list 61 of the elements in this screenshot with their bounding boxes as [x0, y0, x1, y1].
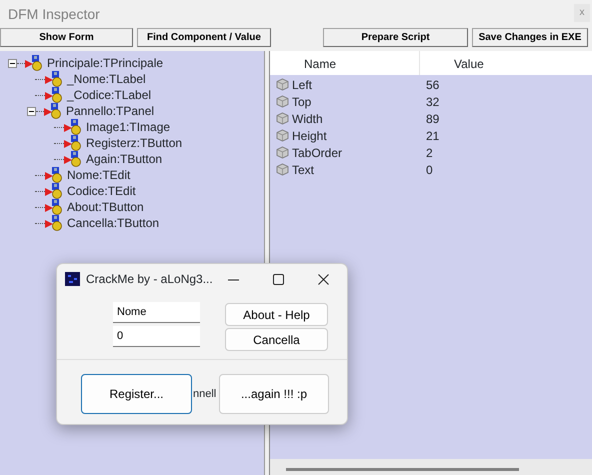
- property-value: 32: [426, 94, 440, 110]
- tree-item[interactable]: Pannello:TPanel: [66, 102, 154, 120]
- toolbar-button[interactable]: Find Component / Value: [137, 28, 271, 47]
- register-button[interactable]: Register...: [81, 374, 192, 414]
- window-title: DFM Inspector: [7, 5, 101, 24]
- component-icon: [25, 55, 43, 71]
- property-value: 0: [426, 162, 433, 178]
- component-icon: [44, 103, 62, 119]
- cube-icon: [276, 112, 289, 125]
- about-button[interactable]: About - Help: [225, 303, 328, 326]
- toolbar-button[interactable]: Save Changes in EXE: [472, 28, 588, 47]
- component-icon: [64, 135, 82, 151]
- property-name: TabOrder: [291, 144, 344, 162]
- cancel-button[interactable]: Cancella: [225, 328, 328, 351]
- tree-item[interactable]: Image1:TImage: [86, 118, 170, 136]
- component-icon: [64, 151, 82, 167]
- tree-item[interactable]: _Nome:TLabel: [67, 70, 146, 88]
- property-value: 56: [426, 76, 440, 94]
- tree-item[interactable]: _Codice:TLabel: [67, 86, 152, 104]
- cube-icon: [276, 129, 289, 142]
- property-value: 21: [426, 128, 440, 144]
- toolbar-button[interactable]: Prepare Script: [323, 28, 468, 47]
- property-value: 89: [426, 110, 440, 128]
- component-icon: [45, 215, 63, 231]
- component-icon: [45, 183, 63, 199]
- tree-item[interactable]: Codice:TEdit: [67, 182, 136, 200]
- component-icon: [45, 199, 63, 215]
- tree-item[interactable]: Cancella:TButton: [67, 214, 160, 232]
- property-name: Height: [291, 128, 328, 144]
- panel-caption: nnell: [193, 387, 216, 402]
- property-name: Top: [291, 94, 312, 110]
- component-icon: [45, 167, 63, 183]
- dialog-title: CrackMe by - aLoNg3...: [86, 271, 213, 288]
- component-icon: [64, 119, 82, 135]
- column-header[interactable]: Value: [420, 51, 592, 75]
- property-value: 2: [426, 144, 433, 162]
- component-icon: [45, 71, 63, 87]
- code-field[interactable]: 0: [113, 326, 200, 347]
- expander-icon[interactable]: [27, 106, 36, 116]
- maximize-icon[interactable]: [273, 274, 284, 284]
- close-icon[interactable]: [318, 274, 329, 284]
- tree-item[interactable]: Principale:TPrincipale: [47, 54, 164, 72]
- name-field[interactable]: Nome: [113, 302, 200, 323]
- property-name: Width: [291, 110, 324, 128]
- tree-item[interactable]: Again:TButton: [86, 150, 162, 168]
- again-button[interactable]: ...again !!! :p: [219, 374, 329, 414]
- toolbar-button[interactable]: Show Form: [0, 28, 133, 47]
- cube-icon: [276, 163, 289, 176]
- tree-item[interactable]: About:TButton: [67, 198, 144, 216]
- scrollbar[interactable]: [270, 459, 592, 475]
- cube-icon: [276, 78, 289, 91]
- component-icon: [45, 87, 63, 103]
- expander-icon[interactable]: [8, 58, 17, 68]
- app-icon: [65, 272, 80, 286]
- cube-icon: [276, 95, 289, 108]
- tree-item[interactable]: Registerz:TButton: [86, 134, 182, 152]
- column-header[interactable]: Name: [270, 51, 420, 75]
- property-name: Left: [291, 76, 314, 94]
- tree-item[interactable]: Nome:TEdit: [67, 166, 130, 184]
- property-name: Text: [291, 162, 316, 178]
- cube-icon: [276, 146, 289, 159]
